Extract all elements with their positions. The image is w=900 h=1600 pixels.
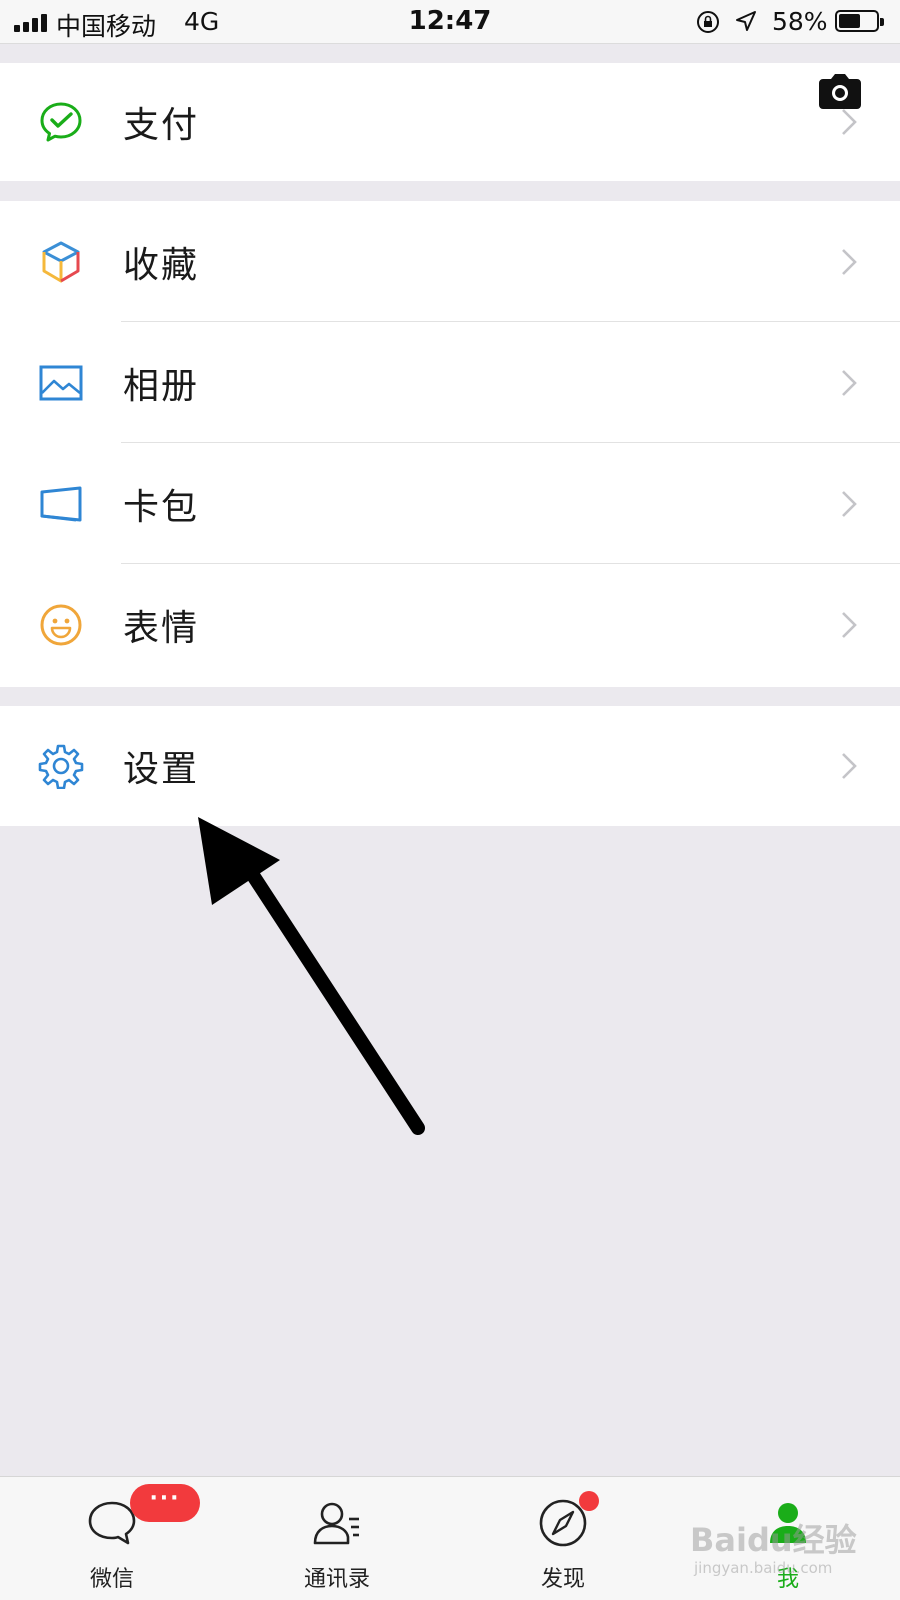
location-arrow-icon: [736, 11, 756, 31]
menu-label-favorites: 收藏: [123, 244, 200, 286]
menu-label-stickers: 表情: [123, 607, 200, 649]
tab-discover[interactable]: 发现: [493, 1477, 633, 1600]
battery-icon: [835, 10, 884, 32]
settings-section: 设置: [0, 706, 900, 826]
battery-percent: 58%: [772, 7, 828, 36]
clock: 12:47: [408, 6, 492, 36]
menu-item-favorites[interactable]: 收藏: [0, 201, 900, 322]
menu-item-settings[interactable]: 设置: [0, 706, 900, 826]
tab-label-wechat: 微信: [89, 1567, 134, 1592]
menu-label-settings: 设置: [123, 749, 200, 790]
tab-contacts[interactable]: 通讯录: [267, 1477, 407, 1600]
contacts-icon: [313, 1502, 359, 1545]
menu-label-pay: 支付: [123, 105, 200, 146]
unread-badge: ···: [130, 1484, 200, 1522]
watermark-text: Baidu经验: [690, 1521, 857, 1559]
orientation-lock-icon: [697, 11, 719, 33]
pay-section: 支付: [0, 63, 900, 181]
status-bar: 中国移动 4G 12:47 58%: [0, 0, 900, 44]
watermark-logo: Baidu经验 jingyan.baidu.com: [690, 1515, 890, 1585]
features-section: 收藏 相册 卡包 表情: [0, 201, 900, 687]
menu-item-card-wallet[interactable]: 卡包: [0, 443, 900, 564]
album-picture-icon: [39, 365, 83, 400]
new-content-dot: [579, 1491, 599, 1511]
menu-label-card-wallet: 卡包: [123, 486, 200, 528]
chevron-right-icon: [842, 369, 857, 396]
menu-item-pay[interactable]: 支付: [0, 63, 900, 181]
chevron-right-icon: [842, 611, 857, 638]
menu-item-album[interactable]: 相册: [0, 322, 900, 443]
watermark-subtext: jingyan.baidu.com: [694, 1559, 833, 1577]
menu-label-album: 相册: [123, 365, 200, 407]
wechat-pay-icon: [40, 102, 82, 142]
chevron-right-icon: [842, 248, 857, 275]
tab-label-discover: 发现: [540, 1567, 585, 1592]
favorites-cube-icon: [42, 241, 80, 282]
chevron-right-icon: [842, 109, 857, 135]
chevron-right-icon: [842, 753, 857, 779]
tab-label-contacts: 通讯录: [303, 1567, 370, 1592]
gear-icon: [38, 744, 84, 789]
menu-item-stickers[interactable]: 表情: [0, 564, 900, 685]
card-wallet-icon: [40, 486, 82, 521]
chevron-right-icon: [842, 490, 857, 517]
sticker-smiley-icon: [40, 604, 82, 645]
camera-icon[interactable]: [817, 73, 863, 111]
